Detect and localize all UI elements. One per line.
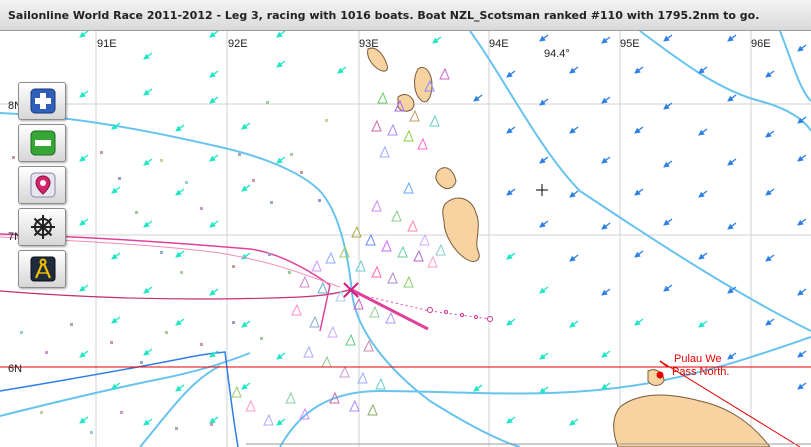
zoom-in-button[interactable] (18, 82, 66, 120)
current-line (0, 351, 239, 447)
lon-label-94e: 94E (489, 38, 509, 50)
measure-distance-button[interactable] (18, 250, 66, 288)
locate-boat-icon (30, 172, 56, 198)
plus-icon (30, 88, 56, 114)
race-map[interactable]: 91E 92E 93E 94E 94.4° 95E 96E 8N 7N 6N P… (0, 31, 811, 447)
title-bar: Sailonline World Race 2011-2012 - Leg 3,… (0, 0, 811, 31)
waypoint-name-label: Pulau We (674, 353, 722, 365)
lon-label-95e: 95E (620, 38, 640, 50)
minus-icon (30, 130, 56, 156)
waypoint-marker[interactable] (656, 371, 664, 379)
lon-label-91e: 91E (97, 38, 117, 50)
crosshair-cursor (536, 184, 548, 196)
race-viewer-window: Sailonline World Race 2011-2012 - Leg 3,… (0, 0, 811, 447)
window-title: Sailonline World Race 2011-2012 - Leg 3,… (8, 9, 760, 22)
lon-label-93e: 93E (359, 38, 379, 50)
waypoint-instruction-label: Pass North. (672, 366, 729, 378)
helm-button[interactable] (18, 208, 66, 246)
ship-wheel-icon (31, 215, 55, 239)
center-on-boat-button[interactable] (18, 166, 66, 204)
land-masses (367, 47, 771, 447)
lat-label-6n: 6N (8, 363, 22, 375)
cursor-longitude-label: 94.4° (544, 48, 570, 60)
lon-label-92e: 92E (228, 38, 248, 50)
course-lines (0, 233, 491, 332)
lon-label-96e: 96E (751, 38, 771, 50)
compass-dividers-icon (30, 256, 56, 282)
zoom-out-button[interactable] (18, 124, 66, 162)
fleet-boats[interactable] (231, 67, 450, 426)
